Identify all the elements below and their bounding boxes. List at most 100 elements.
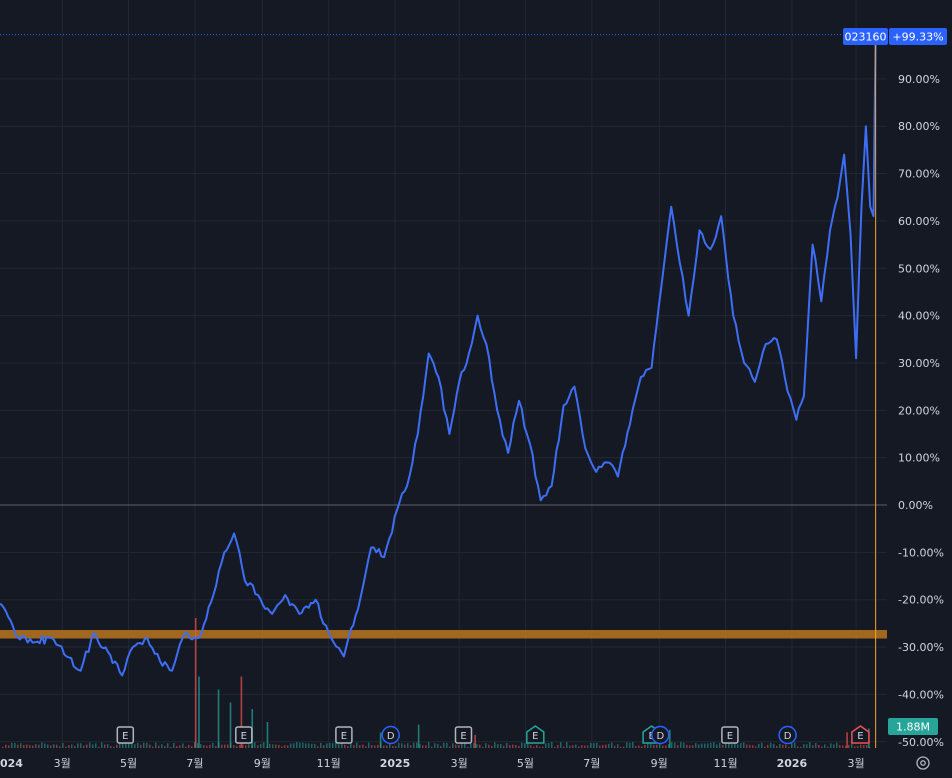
price-chart[interactable]: DEEEDEEEDEDE 90.00%80.00%70.00%60.00%50.…	[0, 0, 952, 778]
x-tick-label: 9월	[651, 757, 668, 770]
event-marker-label: E	[857, 731, 863, 742]
volume-bar	[374, 745, 376, 748]
volume-bar	[671, 742, 673, 748]
event-marker-earnings[interactable]: E	[454, 726, 473, 744]
volume-bar	[662, 745, 664, 748]
volume-bar	[650, 743, 652, 748]
volume-bar	[107, 744, 109, 748]
volume-bar	[254, 742, 256, 748]
volume-bar	[821, 746, 823, 748]
volume-bar	[23, 744, 25, 748]
volume-bar	[44, 743, 46, 748]
volume-bar	[164, 746, 166, 748]
volume-label-text: 1.88M	[896, 721, 930, 734]
volume-bar	[146, 742, 148, 748]
volume-bar	[62, 742, 64, 748]
event-marker-label: E	[241, 731, 247, 742]
y-tick-label: 0.00%	[898, 499, 933, 512]
volume-bar	[41, 742, 43, 748]
volume-bar	[638, 745, 640, 748]
y-tick-label: 60.00%	[898, 215, 940, 228]
volume-bar	[725, 743, 727, 748]
volume-bar	[359, 745, 361, 748]
volume-bar	[185, 746, 187, 748]
event-marker-earnings[interactable]: E	[335, 726, 353, 744]
volume-bar	[347, 746, 349, 748]
volume-bar	[494, 742, 496, 748]
volume-bar	[524, 743, 526, 748]
volume-bar	[572, 745, 574, 748]
volume-bar	[842, 745, 844, 748]
volume-bar	[68, 745, 70, 748]
volume-bar	[809, 742, 811, 748]
volume-bar	[323, 745, 325, 748]
volume-bar	[536, 745, 538, 748]
volume-bar	[836, 742, 838, 748]
volume-bar	[368, 742, 370, 748]
volume-bar	[824, 744, 826, 748]
event-marker-earnings[interactable]: E	[721, 726, 739, 744]
volume-bar	[143, 742, 145, 748]
volume-bar	[626, 742, 628, 748]
volume-bar	[110, 745, 112, 748]
volume-bar	[644, 744, 646, 748]
volume-bar	[860, 744, 862, 748]
volume-bar	[669, 729, 671, 748]
event-marker-label: D	[784, 731, 792, 742]
event-marker-dividend[interactable]: D	[381, 725, 400, 745]
event-marker-dividend[interactable]: D	[651, 725, 670, 745]
volume-bar	[379, 732, 382, 748]
volume-bar	[5, 744, 7, 748]
volume-bar	[854, 746, 856, 748]
volume-bar	[266, 722, 269, 748]
volume-bar	[782, 744, 784, 748]
event-marker-label: D	[387, 731, 395, 742]
volume-bar	[338, 744, 340, 748]
symbol-label: 023160	[843, 28, 888, 45]
volume-bar	[290, 743, 292, 748]
volume-bar	[767, 744, 769, 748]
volume-bar	[653, 744, 655, 748]
volume-bar	[830, 743, 832, 748]
volume-bar	[170, 746, 172, 748]
event-marker-earnings[interactable]: E	[116, 726, 135, 744]
volume-bar	[521, 742, 523, 748]
chart-container[interactable]: DEEEDEEEDEDE 90.00%80.00%70.00%60.00%50.…	[0, 0, 952, 778]
x-tick-label: 9월	[254, 757, 271, 770]
volume-bar	[248, 744, 250, 748]
volume-bar	[209, 744, 211, 748]
volume-bar	[212, 742, 214, 748]
volume-bar	[785, 744, 787, 748]
x-tick-label: 3월	[54, 757, 71, 770]
volume-bar	[287, 745, 289, 748]
volume-bar	[425, 745, 427, 748]
volume-bar	[77, 743, 79, 748]
volume-bar	[851, 743, 853, 748]
volume-bar	[584, 745, 586, 748]
volume-bar	[236, 745, 238, 748]
volume-bar	[737, 744, 739, 748]
volume-bar	[200, 744, 202, 748]
volume-bar	[416, 742, 418, 748]
volume-bar	[839, 745, 841, 748]
x-tick-label: 7월	[583, 757, 600, 770]
event-marker-earnings[interactable]: E	[235, 726, 253, 744]
volume-bar	[599, 745, 601, 748]
volume-bar	[551, 742, 553, 748]
volume-bar	[92, 744, 94, 748]
volume-bar	[794, 742, 796, 748]
volume-bar	[608, 743, 610, 748]
volume-bar	[332, 743, 334, 748]
volume-bar	[473, 743, 475, 748]
volume-bar	[215, 745, 217, 748]
volume-bar	[53, 744, 55, 748]
support-band	[0, 630, 887, 639]
volume-bar	[422, 745, 424, 748]
volume-bar	[776, 745, 778, 748]
volume-bar	[467, 746, 469, 748]
volume-bar	[431, 746, 433, 748]
volume-bar	[417, 724, 420, 748]
volume-bar	[500, 743, 502, 748]
event-marker-dividend[interactable]: D	[778, 725, 797, 745]
volume-bar	[272, 744, 274, 748]
